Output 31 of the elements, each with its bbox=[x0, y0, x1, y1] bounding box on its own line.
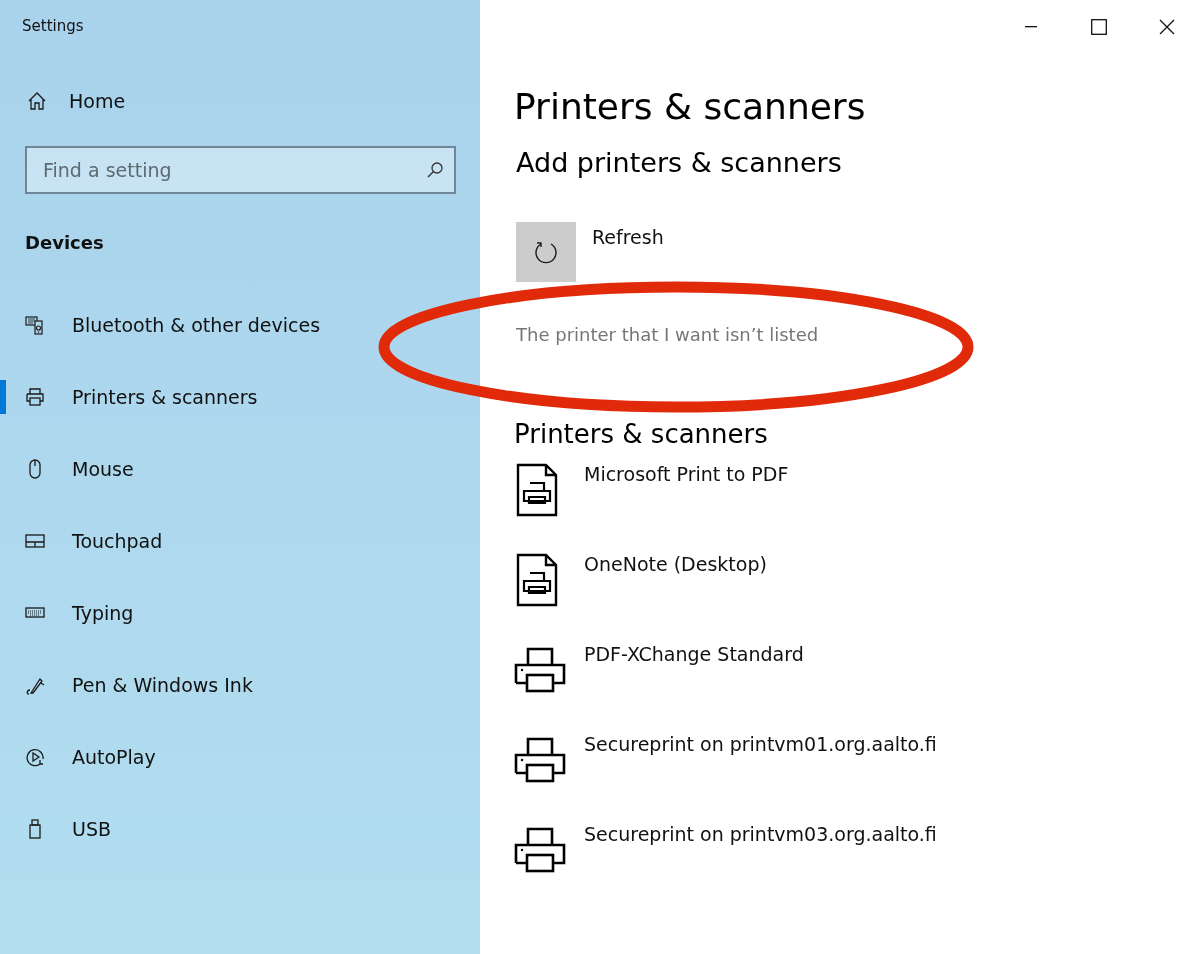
nav-item[interactable]: Touchpad bbox=[0, 524, 480, 558]
search-icon bbox=[426, 161, 444, 179]
touchpad-icon bbox=[25, 531, 45, 551]
page-title: Printers & scanners bbox=[514, 86, 867, 127]
nav-item[interactable]: Mouse bbox=[0, 452, 480, 486]
home-link[interactable]: Home bbox=[27, 90, 126, 112]
printer-item[interactable]: PDF-XChange Standard bbox=[514, 643, 804, 701]
home-icon bbox=[27, 91, 47, 111]
close-icon bbox=[1159, 19, 1175, 35]
minimize-icon bbox=[1025, 26, 1037, 28]
section-heading: Devices bbox=[25, 232, 105, 253]
window-title: Settings bbox=[21, 16, 85, 37]
printer-item[interactable]: Secureprint on printvm03.org.aalto.fi bbox=[514, 823, 937, 881]
play-icon bbox=[25, 747, 45, 767]
printer-item[interactable]: Secureprint on printvm01.org.aalto.fi bbox=[514, 733, 937, 791]
nav-item[interactable]: Pen & Windows Ink bbox=[0, 668, 480, 702]
section-heading: Printers & scanners bbox=[514, 419, 769, 449]
refresh-button[interactable]: Refresh bbox=[516, 222, 664, 282]
printer-item[interactable]: OneNote (Desktop) bbox=[514, 553, 767, 611]
section-heading: Add printers & scanners bbox=[516, 147, 843, 178]
printer-item[interactable]: Microsoft Print to PDF bbox=[514, 463, 789, 521]
nav-item[interactable]: Typing bbox=[0, 596, 480, 630]
devices-icon bbox=[25, 315, 45, 335]
nav-item[interactable]: Bluetooth & other devices bbox=[0, 308, 480, 342]
nav-item[interactable]: AutoPlay bbox=[0, 740, 480, 774]
printer-icon bbox=[25, 387, 45, 407]
nav-item[interactable]: USB bbox=[0, 812, 480, 846]
refresh-icon bbox=[533, 239, 559, 265]
not-listed-link[interactable]: The printer that I want isn’t listed bbox=[516, 324, 819, 345]
maximize-icon bbox=[1091, 19, 1107, 35]
search-field[interactable]: Find a setting bbox=[25, 146, 456, 194]
